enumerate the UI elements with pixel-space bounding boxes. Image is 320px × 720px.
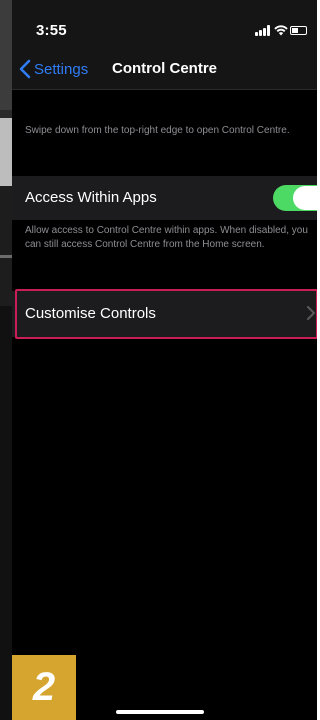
left-background-strip — [0, 0, 12, 720]
status-bar: 3:55 — [12, 0, 317, 48]
wifi-icon — [274, 25, 288, 36]
access-description: Allow access to Control Centre within ap… — [25, 225, 308, 250]
toggle-knob — [293, 186, 317, 210]
access-within-apps-toggle[interactable] — [273, 185, 317, 211]
status-time: 3:55 — [36, 22, 67, 39]
access-within-apps-row: Access Within Apps — [12, 176, 317, 220]
home-indicator[interactable] — [116, 710, 204, 714]
step-number: 2 — [32, 665, 56, 709]
signal-icon — [255, 25, 273, 36]
access-within-apps-label: Access Within Apps — [25, 189, 157, 206]
status-icons — [247, 25, 307, 37]
page-title: Control Centre — [112, 60, 217, 77]
phone-screen: 3:55 Settings Control Centre Swipe down … — [12, 0, 317, 720]
battery-icon — [290, 26, 307, 35]
description-top: Swipe down from the top-right edge to op… — [25, 125, 290, 136]
step-number-badge: 2 — [12, 655, 76, 720]
highlight-box — [15, 289, 317, 339]
navigation-bar: Settings Control Centre — [12, 48, 317, 90]
